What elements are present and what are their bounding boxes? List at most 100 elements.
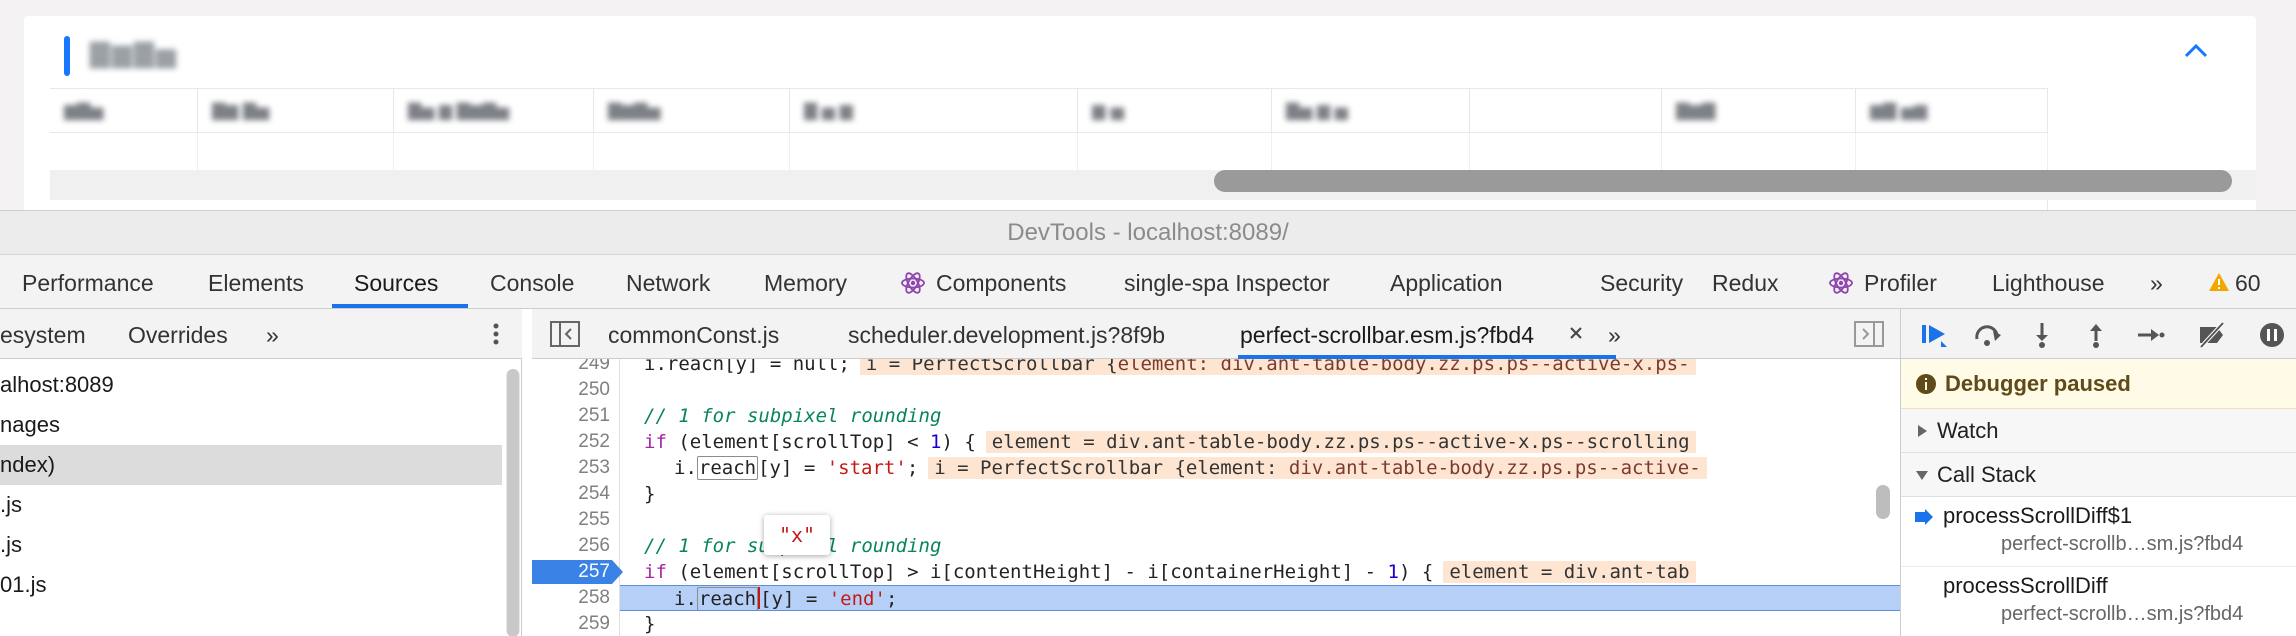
code-line[interactable]: // 1 for subpixel rounding: [620, 403, 1900, 429]
step-over-icon[interactable]: [1973, 321, 2003, 349]
step-icon[interactable]: [2135, 321, 2165, 349]
line-number[interactable]: 253: [532, 455, 610, 481]
frame-location[interactable]: perfect-scrollb…sm.js?fbd4: [2001, 533, 2243, 556]
line-number[interactable]: 259: [532, 611, 610, 636]
horizontal-scrollbar-thumb[interactable]: [1214, 170, 2232, 192]
tab-application[interactable]: Application: [1390, 255, 1503, 309]
file-tab-commonconst[interactable]: commonConst.js: [608, 309, 779, 359]
call-stack-label: Call Stack: [1937, 462, 2037, 487]
tab-filesystem[interactable]: esystem: [0, 309, 86, 361]
tab-performance[interactable]: Performance: [22, 255, 154, 309]
editor-pane: commonConst.js scheduler.development.js?…: [532, 309, 1900, 636]
tab-components[interactable]: Components: [900, 255, 1066, 309]
file-tabs-more[interactable]: »: [1608, 309, 1621, 359]
react-icon: [901, 272, 925, 294]
tab-console[interactable]: Console: [490, 255, 574, 309]
table-column-header[interactable]: ▇▆▇▅: [594, 89, 790, 133]
resume-icon[interactable]: [1919, 321, 1949, 349]
editor-scrollbar-thumb[interactable]: [1876, 485, 1890, 519]
tab-components-label: Components: [936, 270, 1067, 296]
line-number[interactable]: 255: [532, 507, 610, 533]
more-tabs-button[interactable]: »: [2150, 255, 2163, 309]
current-frame-arrow-icon: [1915, 509, 1933, 525]
close-icon[interactable]: [1566, 323, 1586, 343]
inline-value: element = div.ant-table-body.zz.ps.ps--a…: [985, 431, 1696, 453]
section-title: ▇▆▇▅: [90, 38, 178, 68]
table-column-header[interactable]: ▇▅ ▆ ▅: [1272, 89, 1470, 133]
code-line[interactable]: if (element[scrollTop] > i[contentHeight…: [620, 559, 1900, 585]
tab-sources[interactable]: Sources: [354, 255, 438, 309]
code-line[interactable]: [620, 377, 1900, 403]
chevron-up-icon[interactable]: [2176, 32, 2216, 72]
code-line[interactable]: }: [620, 481, 1900, 507]
tab-profiler[interactable]: Profiler: [1828, 255, 1937, 309]
file-tab-perfect-scrollbar[interactable]: perfect-scrollbar.esm.js?fbd4: [1240, 309, 1534, 359]
info-icon: [1916, 374, 1936, 394]
table-column-header[interactable]: ▇▆▇: [1662, 89, 1856, 133]
pause-on-exceptions-icon[interactable]: [2257, 321, 2287, 349]
window-title: DevTools - localhost:8089/: [0, 211, 2296, 255]
code-line[interactable]: if (element[scrollTop] < 1) {element = d…: [620, 429, 1900, 455]
code-editor[interactable]: 249 250 251 252 253 254 255 256 257 258 …: [532, 359, 1900, 636]
table-column-header[interactable]: ▆·▅: [1078, 89, 1272, 133]
tree-item[interactable]: .js: [0, 525, 22, 565]
code-line[interactable]: i. reach [y] = 'start'; i = PerfectScrollba…: [620, 455, 1900, 481]
warning-count[interactable]: 60: [2235, 255, 2261, 309]
section-title-accent-bar: [64, 36, 70, 76]
debugger-paused-text: Debugger paused: [1945, 371, 2131, 396]
editor-tab-bar: commonConst.js scheduler.development.js?…: [532, 309, 1900, 359]
navigator-more-tabs[interactable]: »: [266, 309, 279, 361]
line-number[interactable]: 256: [532, 533, 610, 559]
table-column-header[interactable]: ▇ ▅ ▆: [790, 89, 1078, 133]
paused-code-line[interactable]: i. reach [y] = 'end';: [620, 585, 1900, 611]
tab-memory[interactable]: Memory: [764, 255, 847, 309]
step-into-icon[interactable]: [2027, 321, 2057, 349]
frame-function-name: processScrollDiff: [1943, 573, 2108, 598]
line-number[interactable]: 251: [532, 403, 610, 429]
table-column-header[interactable]: ▇▆ ▇▅: [198, 89, 394, 133]
tab-security[interactable]: Security: [1600, 255, 1683, 309]
tree-item[interactable]: 01.js: [0, 565, 46, 605]
step-out-icon[interactable]: [2081, 321, 2111, 349]
code-line[interactable]: }: [620, 611, 1900, 636]
line-number-gutter[interactable]: 249 250 251 252 253 254 255 256 257 258 …: [532, 359, 623, 636]
line-number[interactable]: 252: [532, 429, 610, 455]
inline-value: i = PerfectScrollbar {element: div.ant-t…: [928, 457, 1707, 479]
triangle-right-icon: [1918, 425, 1927, 437]
toggle-debugger-icon[interactable]: [1854, 321, 1884, 347]
tree-item[interactable]: alhost:8089: [0, 365, 114, 405]
table-column-header[interactable]: ▆▇ ▅▆: [1856, 89, 2048, 133]
table-column-header[interactable]: ▆▇▅: [50, 89, 198, 133]
kebab-menu-icon[interactable]: [490, 321, 502, 347]
navigator-scrollbar[interactable]: [506, 369, 520, 636]
deactivate-breakpoints-icon[interactable]: [2197, 321, 2227, 349]
frame-location[interactable]: perfect-scrollb…sm.js?fbd4: [2001, 603, 2243, 626]
code-line[interactable]: i.reach[y] = null; i = PerfectScrollbar {…: [620, 359, 1900, 377]
toggle-navigator-icon[interactable]: [550, 321, 580, 347]
table-column-header[interactable]: [1470, 89, 1662, 133]
navigator-scrollbar-thumb[interactable]: [507, 369, 519, 636]
tab-elements[interactable]: Elements: [208, 255, 304, 309]
tree-item[interactable]: .js: [0, 485, 22, 525]
line-number-breakpoint[interactable]: 257: [532, 559, 610, 585]
watch-section-header[interactable]: Watch: [1901, 409, 2296, 453]
tab-network[interactable]: Network: [626, 255, 710, 309]
call-stack-frame[interactable]: processScrollDiff perfect-scrollb…sm.js?…: [1901, 567, 2296, 636]
inline-value: element = div.ant-tab: [1443, 561, 1696, 583]
line-number[interactable]: 258: [532, 585, 610, 611]
tab-lighthouse[interactable]: Lighthouse: [1992, 255, 2105, 309]
table-column-header[interactable]: ▇▅ ▆ ▇▆▇▅: [394, 89, 594, 133]
tab-overrides[interactable]: Overrides: [128, 309, 228, 361]
line-number[interactable]: 250: [532, 377, 610, 403]
line-number[interactable]: 254: [532, 481, 610, 507]
call-stack-frame-current[interactable]: processScrollDiff$1 perfect-scrollb…sm.j…: [1901, 497, 2296, 567]
tab-single-spa-inspector[interactable]: single-spa Inspector: [1124, 255, 1330, 309]
file-tab-scheduler[interactable]: scheduler.development.js?8f9b: [848, 309, 1165, 359]
hover-value-popover: "x": [764, 515, 830, 555]
line-number[interactable]: 249: [532, 359, 610, 377]
tree-item-selected[interactable]: ndex): [0, 445, 502, 485]
tab-redux[interactable]: Redux: [1712, 255, 1778, 309]
call-stack-section-header[interactable]: Call Stack: [1901, 453, 2296, 497]
tree-item[interactable]: nages: [0, 405, 60, 445]
warning-icon[interactable]: [2208, 271, 2230, 293]
